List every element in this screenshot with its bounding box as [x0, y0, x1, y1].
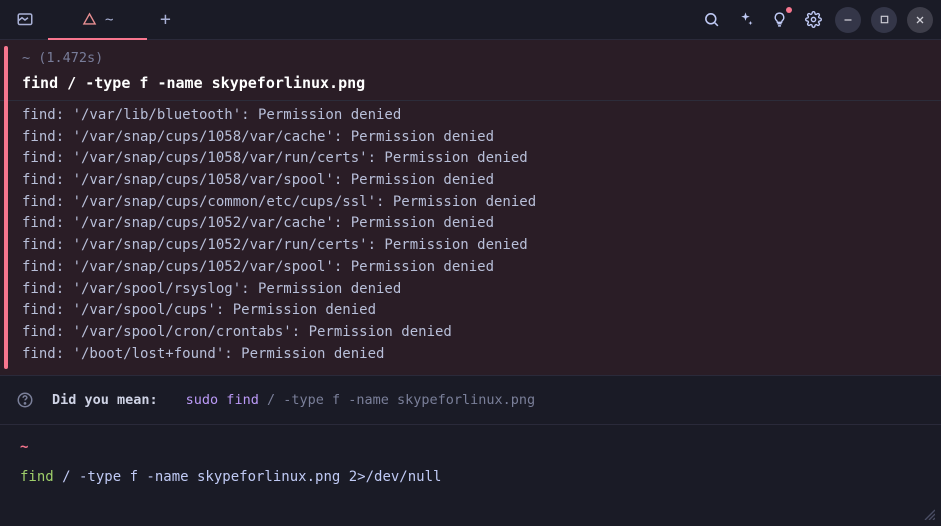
suggestion-bar[interactable]: Did you mean: sudo find / -type f -name … [0, 375, 941, 425]
settings-icon[interactable] [801, 8, 825, 32]
question-circle-icon [16, 391, 34, 409]
suggestion-label: Did you mean: [52, 392, 158, 408]
prompt-cwd: ~ [20, 439, 921, 455]
suggestion-args: / -type f -name skypeforlinux.png [259, 392, 535, 408]
plus-icon: + [160, 9, 171, 30]
tab-title: ~ [105, 12, 113, 28]
terminal-area: ~ (1.472s) find / -type f -name skypefor… [0, 40, 941, 501]
block-command: find / -type f -name skypeforlinux.png [22, 74, 927, 98]
command-block[interactable]: ~ (1.472s) find / -type f -name skypefor… [0, 40, 941, 375]
tab-home[interactable]: ~ [48, 0, 147, 39]
block-divider [0, 100, 941, 101]
tab-strip: ~ + [48, 0, 183, 39]
notification-dot [786, 7, 792, 13]
block-output: find: '/var/lib/bluetooth': Permission d… [22, 105, 927, 365]
ai-sparkle-icon[interactable] [733, 8, 757, 32]
suggestion-cmd-token: sudo find [186, 392, 259, 408]
resize-handle-icon[interactable] [923, 508, 935, 520]
window-minimize-button[interactable] [835, 7, 861, 33]
title-bar-right [699, 7, 933, 33]
prompt-block[interactable]: ~ find / -type f -name skypeforlinux.png… [0, 425, 941, 501]
window-close-button[interactable] [907, 7, 933, 33]
error-gutter [4, 46, 8, 369]
block-status: ~ (1.472s) [22, 50, 927, 66]
suggestion-command[interactable]: sudo find / -type f -name skypeforlinux.… [176, 388, 546, 412]
lightbulb-icon[interactable] [767, 8, 791, 32]
window-maximize-button[interactable] [871, 7, 897, 33]
title-bar-left: ~ + [8, 0, 183, 39]
title-bar: ~ + [0, 0, 941, 40]
new-tab-button[interactable]: + [147, 0, 183, 39]
prompt-cmd-token: find [20, 469, 54, 485]
prompt-input-line[interactable]: find / -type f -name skypeforlinux.png 2… [20, 469, 921, 485]
warning-icon [82, 12, 97, 27]
split-pane-icon[interactable] [8, 3, 42, 37]
prompt-args: / -type f -name skypeforlinux.png 2>/dev… [54, 469, 442, 485]
search-icon[interactable] [699, 8, 723, 32]
